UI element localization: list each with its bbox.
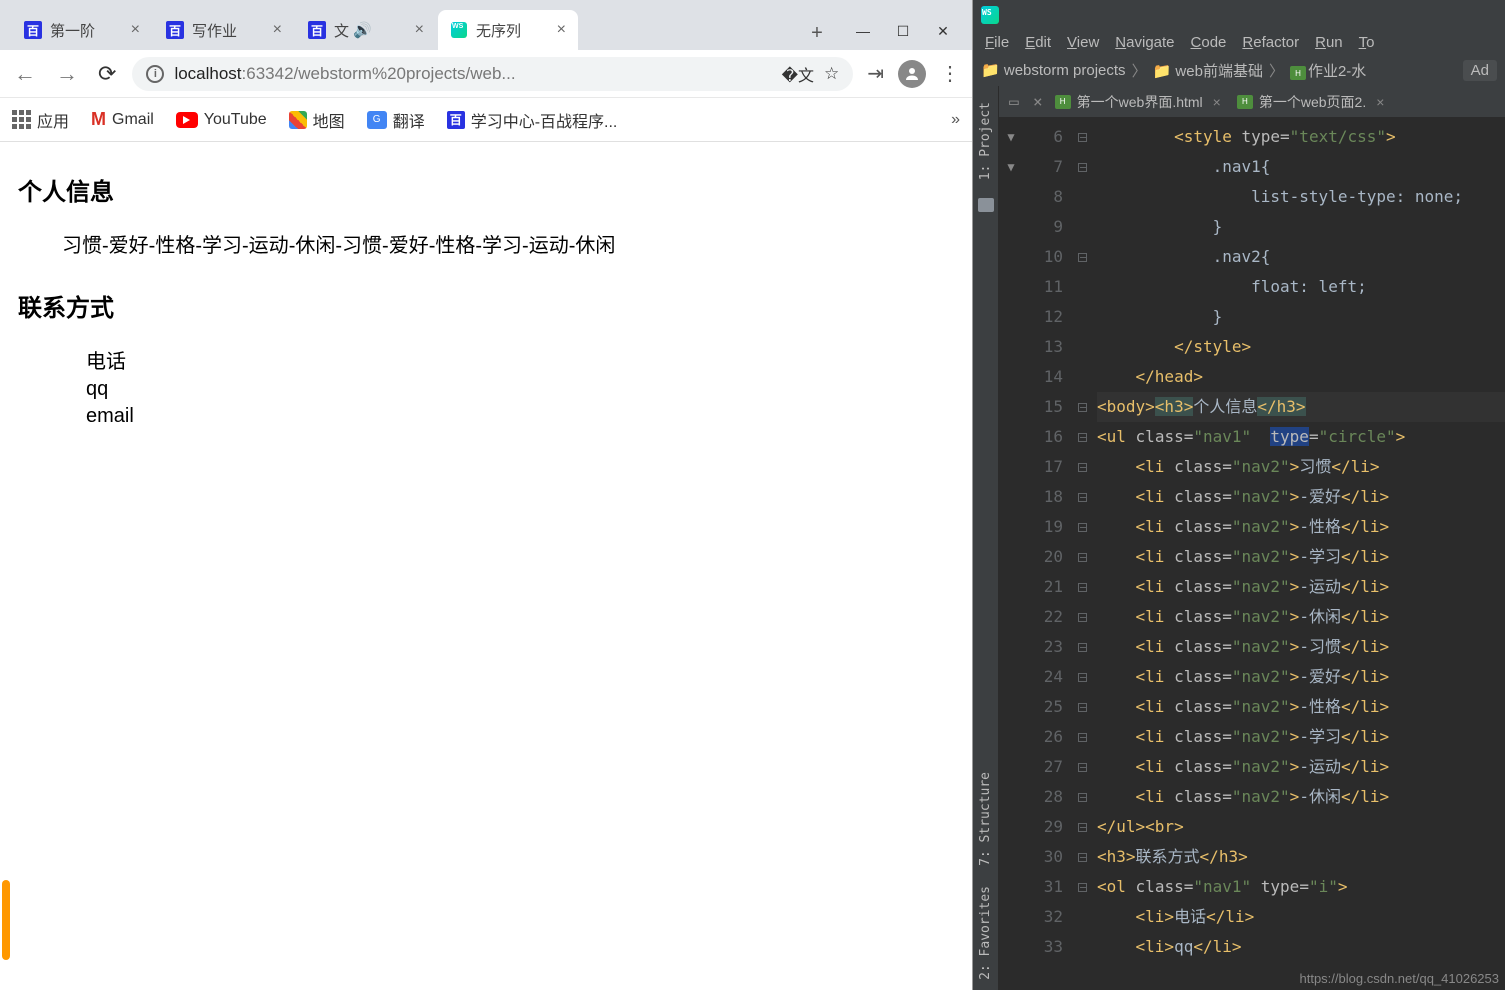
forward-button[interactable]: → <box>52 57 82 91</box>
menu-navigate[interactable]: Navigate <box>1109 34 1180 51</box>
breadcrumb-segment[interactable]: 📁 web前端基础 <box>1153 60 1263 81</box>
close-button[interactable]: ✕ <box>936 23 950 40</box>
nav-item: -爱好 <box>382 229 429 258</box>
page-content: 个人信息 习惯-爱好-性格-学习-运动-休闲-习惯-爱好-性格-学习-运动-休闲… <box>0 142 972 990</box>
project-tool-tab[interactable]: 1: Project <box>976 92 995 190</box>
menu-run[interactable]: Run <box>1309 34 1349 51</box>
structure-tool-tab[interactable]: 7: Structure <box>976 762 995 876</box>
contact-list: 电话 qq email <box>86 345 954 428</box>
ide-breadcrumbs: 📁 webstorm projects〉📁 web前端基础〉H作业2-水Ad <box>973 54 1505 86</box>
menu-edit[interactable]: Edit <box>1019 34 1057 51</box>
menu-file[interactable]: File <box>979 34 1015 51</box>
nav-item: -休闲 <box>569 229 616 258</box>
folder-icon <box>978 198 994 212</box>
translate-icon: G <box>367 111 387 129</box>
minimize-button[interactable]: — <box>856 23 870 40</box>
new-tab-button[interactable]: + <box>800 16 834 50</box>
nav-item: 习惯 <box>62 229 102 258</box>
add-config-button[interactable]: Ad <box>1463 60 1497 81</box>
maps-bookmark[interactable]: 地图 <box>289 108 345 132</box>
bookmarks-bar: 应用 MGmail YouTube 地图 G翻译 百学习中心-百战程序... » <box>0 98 972 142</box>
bookmarks-overflow-icon[interactable]: » <box>951 111 960 129</box>
favorites-tool-tab[interactable]: 2: Favorites <box>976 876 995 990</box>
menu-refactor[interactable]: Refactor <box>1236 34 1305 51</box>
browser-tab[interactable]: 百文🔊× <box>296 10 436 50</box>
bookmark-star-icon[interactable]: ☆ <box>824 64 839 84</box>
apps-bookmark[interactable]: 应用 <box>12 108 69 132</box>
nav-item: -性格 <box>149 229 196 258</box>
nav-item: -爱好 <box>102 229 149 258</box>
menu-view[interactable]: View <box>1061 34 1105 51</box>
menu-code[interactable]: Code <box>1185 34 1233 51</box>
file-tab[interactable]: H第一个web界面.html× <box>1047 86 1229 117</box>
project-tool-icon[interactable]: ▭ <box>999 92 1029 111</box>
webstorm-icon <box>981 6 999 24</box>
nav-item: -学习 <box>475 229 522 258</box>
chrome-browser: 百第一阶×百写作业×百文🔊×无序列× + — ☐ ✕ ← → ⟳ i local… <box>0 0 973 990</box>
browser-tabs: 百第一阶×百写作业×百文🔊×无序列× <box>0 10 800 50</box>
close-tab-icon[interactable]: × <box>131 21 140 39</box>
webstorm-ide: FileEditViewNavigate CodeRefactorRunTo 📁 … <box>973 0 1505 990</box>
browser-tab[interactable]: 无序列× <box>438 10 578 50</box>
close-tab-icon[interactable]: × <box>557 21 566 39</box>
watermark-url: https://blog.csdn.net/qq_41026253 <box>1300 971 1500 986</box>
menu-to[interactable]: To <box>1353 34 1381 51</box>
close-file-icon[interactable]: × <box>1213 94 1221 110</box>
study-bookmark[interactable]: 百学习中心-百战程序... <box>447 108 618 132</box>
menu-icon[interactable]: ⋮ <box>938 59 962 88</box>
ide-tool-sidebar: 1: Project 7: Structure 2: Favorites <box>973 86 999 990</box>
list-item: 电话 <box>86 345 954 374</box>
gmail-icon: M <box>91 109 106 130</box>
maximize-button[interactable]: ☐ <box>896 23 910 40</box>
nav-item: -性格 <box>429 229 476 258</box>
editor-tabs: ▭ × H第一个web界面.html×H第一个web页面2.× <box>999 86 1505 118</box>
nav-list: 习惯-爱好-性格-学习-运动-休闲-习惯-爱好-性格-学习-运动-休闲 <box>62 229 954 258</box>
translate-bookmark[interactable]: G翻译 <box>367 108 425 132</box>
heading-personal-info: 个人信息 <box>18 172 954 207</box>
site-info-icon[interactable]: i <box>146 65 164 83</box>
youtube-bookmark[interactable]: YouTube <box>176 111 267 129</box>
ide-menu-bar: FileEditViewNavigate CodeRefactorRunTo <box>973 30 1505 54</box>
list-item: qq <box>86 378 954 401</box>
reader-mode-icon[interactable]: ⇥ <box>865 59 886 88</box>
close-tab-icon[interactable]: × <box>415 21 424 39</box>
ide-titlebar <box>973 0 1505 30</box>
ide-body: 1: Project 7: Structure 2: Favorites ▭ ×… <box>973 86 1505 990</box>
window-controls: — ☐ ✕ <box>834 23 972 50</box>
breadcrumb-segment[interactable]: H作业2-水 <box>1290 60 1366 81</box>
back-button[interactable]: ← <box>10 57 40 91</box>
nav-item: -运动 <box>522 229 569 258</box>
profile-avatar[interactable] <box>898 60 926 88</box>
nav-item: -休闲 <box>289 229 336 258</box>
close-tab-icon[interactable]: × <box>273 21 282 39</box>
browser-titlebar: 百第一阶×百写作业×百文🔊×无序列× + — ☐ ✕ <box>0 0 972 50</box>
baidu-icon: 百 <box>447 111 465 129</box>
browser-tab[interactable]: 百第一阶× <box>12 10 152 50</box>
gmail-bookmark[interactable]: MGmail <box>91 109 154 130</box>
maps-icon <box>289 111 307 129</box>
close-file-icon[interactable]: × <box>1376 94 1384 110</box>
list-item: email <box>86 405 954 428</box>
url-text: localhost:63342/webstorm%20projects/web.… <box>174 64 771 84</box>
youtube-icon <box>176 112 198 128</box>
breadcrumb-segment[interactable]: 📁 webstorm projects <box>981 61 1126 79</box>
apps-icon <box>12 110 31 129</box>
file-tab[interactable]: H第一个web页面2.× <box>1229 86 1393 117</box>
code-editor[interactable]: ▼▼ 6789101112131415161718192021222324252… <box>999 118 1505 990</box>
reload-button[interactable]: ⟳ <box>94 57 120 91</box>
close-tool-icon[interactable]: × <box>1029 92 1047 111</box>
editor-area: ▭ × H第一个web界面.html×H第一个web页面2.× ▼▼ 67891… <box>999 86 1505 990</box>
nav-item: -习惯 <box>335 229 382 258</box>
code-content[interactable]: <style type="text/css"> .nav1{ list-styl… <box>1091 118 1505 990</box>
line-numbers: 6789101112131415161718192021222324252627… <box>1023 118 1073 990</box>
translate-icon[interactable]: �文 <box>782 62 814 86</box>
browser-tab[interactable]: 百写作业× <box>154 10 294 50</box>
scroll-indicator <box>2 880 10 960</box>
nav-item: -运动 <box>242 229 289 258</box>
url-field[interactable]: i localhost:63342/webstorm%20projects/we… <box>132 57 853 91</box>
address-bar: ← → ⟳ i localhost:63342/webstorm%20proje… <box>0 50 972 98</box>
heading-contact: 联系方式 <box>18 288 954 323</box>
nav-item: -学习 <box>195 229 242 258</box>
